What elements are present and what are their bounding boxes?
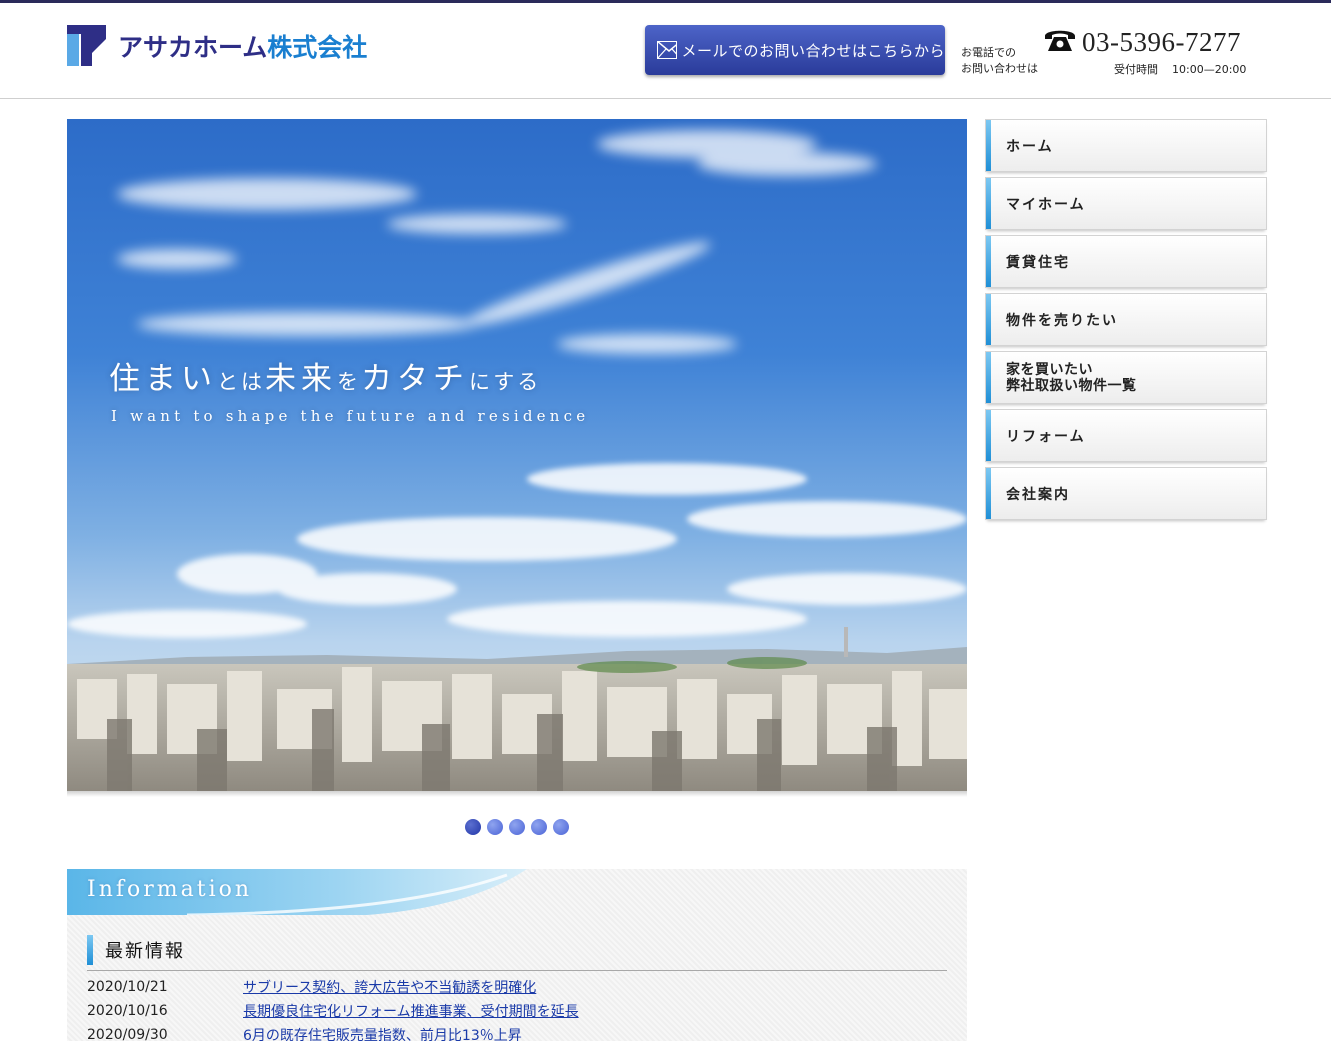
news-link[interactable]: サブリース契約、誇大広告や不当勧誘を明確化 — [243, 977, 536, 997]
hero-subtitle: I want to shape the future and residence — [111, 407, 590, 425]
slide-pagination — [465, 819, 569, 835]
nav-item-label: 会社案内 — [1006, 486, 1070, 503]
slide-dot[interactable] — [531, 819, 547, 835]
logo-text-name: アサカホーム — [118, 32, 268, 62]
hero-title-part: を — [337, 370, 361, 394]
news-item: 2020/09/30 6月の既存住宅販売量指数、前月比13％上昇 — [87, 1023, 947, 1041]
slide-dot[interactable] — [487, 819, 503, 835]
tel-caption: お電話での お問い合わせは — [961, 45, 1038, 77]
business-hours: 受付時間 10:00—20:00 — [1114, 61, 1246, 77]
nav-item-label: マイホーム — [1006, 196, 1086, 213]
news-date: 2020/09/30 — [87, 1027, 168, 1041]
nav-item-label: 賃貸住宅 — [1006, 254, 1070, 271]
information-section: Information 最新情報 2020/10/21 サブリース契約、誇大広告… — [67, 869, 967, 1041]
nav-item-buy[interactable]: 家を買いたい 弊社取扱い物件一覧 — [985, 351, 1267, 404]
hero-slideshow: 住まいとは未来をカタチにする I want to shape the futur… — [67, 119, 967, 791]
mail-inquiry-label: メールでのお問い合わせはこちらから — [681, 41, 945, 60]
hero-title-part: カタチ — [361, 361, 469, 397]
nav-item-sell[interactable]: 物件を売りたい — [985, 293, 1267, 346]
hero-title-part: 住まい — [109, 361, 217, 397]
nav-item-reform[interactable]: リフォーム — [985, 409, 1267, 462]
tel-caption-line1: お電話での — [961, 46, 1016, 59]
nav-item-home[interactable]: ホーム — [985, 119, 1267, 172]
nav-item-label: 物件を売りたい — [1006, 312, 1118, 329]
news-heading-text: 最新情報 — [105, 941, 185, 962]
logo-text: アサカホーム株式会社 — [118, 28, 367, 64]
nav-item-label: 家を買いたい 弊社取扱い物件一覧 — [1006, 352, 1137, 403]
slide-dot[interactable] — [465, 819, 481, 835]
nav-item-label-line1: 家を買いたい — [1006, 361, 1093, 378]
hero-background-image — [67, 130, 967, 791]
site-logo[interactable]: アサカホーム株式会社 — [67, 25, 367, 66]
slide-dot[interactable] — [509, 819, 525, 835]
information-title: Information — [87, 877, 253, 902]
news-date: 2020/10/16 — [87, 1003, 168, 1019]
hours-value: 10:00—20:00 — [1172, 63, 1247, 76]
nav-item-rental[interactable]: 賃貸住宅 — [985, 235, 1267, 288]
envelope-icon — [657, 41, 678, 59]
nav-item-label: リフォーム — [1006, 428, 1086, 445]
slide-dot[interactable] — [553, 819, 569, 835]
news-list: 2020/10/21 サブリース契約、誇大広告や不当勧誘を明確化 2020/10… — [87, 975, 947, 1041]
news-link[interactable]: 6月の既存住宅販売量指数、前月比13％上昇 — [243, 1025, 522, 1041]
hero-title-part: 未来 — [265, 361, 337, 397]
news-link[interactable]: 長期優良住宅化リフォーム推進事業、受付期間を延長 — [243, 1001, 579, 1021]
nav-item-company[interactable]: 会社案内 — [985, 467, 1267, 520]
news-date: 2020/10/21 — [87, 979, 168, 995]
heading-accent-bar — [87, 935, 93, 965]
mail-inquiry-button[interactable]: メールでのお問い合わせはこちらから — [645, 25, 945, 75]
hero-shadow — [67, 791, 967, 797]
news-heading: 最新情報 — [87, 935, 185, 965]
telephone-icon — [1043, 27, 1077, 57]
news-item: 2020/10/21 サブリース契約、誇大広告や不当勧誘を明確化 — [87, 975, 947, 999]
site-header: アサカホーム株式会社 メールでのお問い合わせはこちらから お電話での お問い合わ… — [0, 3, 1331, 99]
nav-item-label-line2: 弊社取扱い物件一覧 — [1006, 377, 1137, 394]
tel-number[interactable]: 03-5396-7277 — [1082, 27, 1241, 58]
nav-item-myhome[interactable]: マイホーム — [985, 177, 1267, 230]
logo-text-corp: 株式会社 — [267, 32, 368, 62]
news-divider — [87, 970, 947, 971]
tel-caption-line2: お問い合わせは — [961, 62, 1038, 75]
hero-catchcopy: 住まいとは未来をカタチにする — [109, 353, 541, 398]
sidebar-nav: ホーム マイホーム 賃貸住宅 物件を売りたい 家を買いたい 弊社取扱い物件一覧 … — [985, 119, 1267, 525]
hero-title-part: にする — [469, 370, 542, 394]
hours-label: 受付時間 — [1114, 63, 1158, 76]
news-item: 2020/10/16 長期優良住宅化リフォーム推進事業、受付期間を延長 — [87, 999, 947, 1023]
hero-title-part: とは — [217, 370, 265, 394]
logo-mark-icon — [67, 25, 106, 66]
nav-item-label: ホーム — [1006, 138, 1054, 155]
